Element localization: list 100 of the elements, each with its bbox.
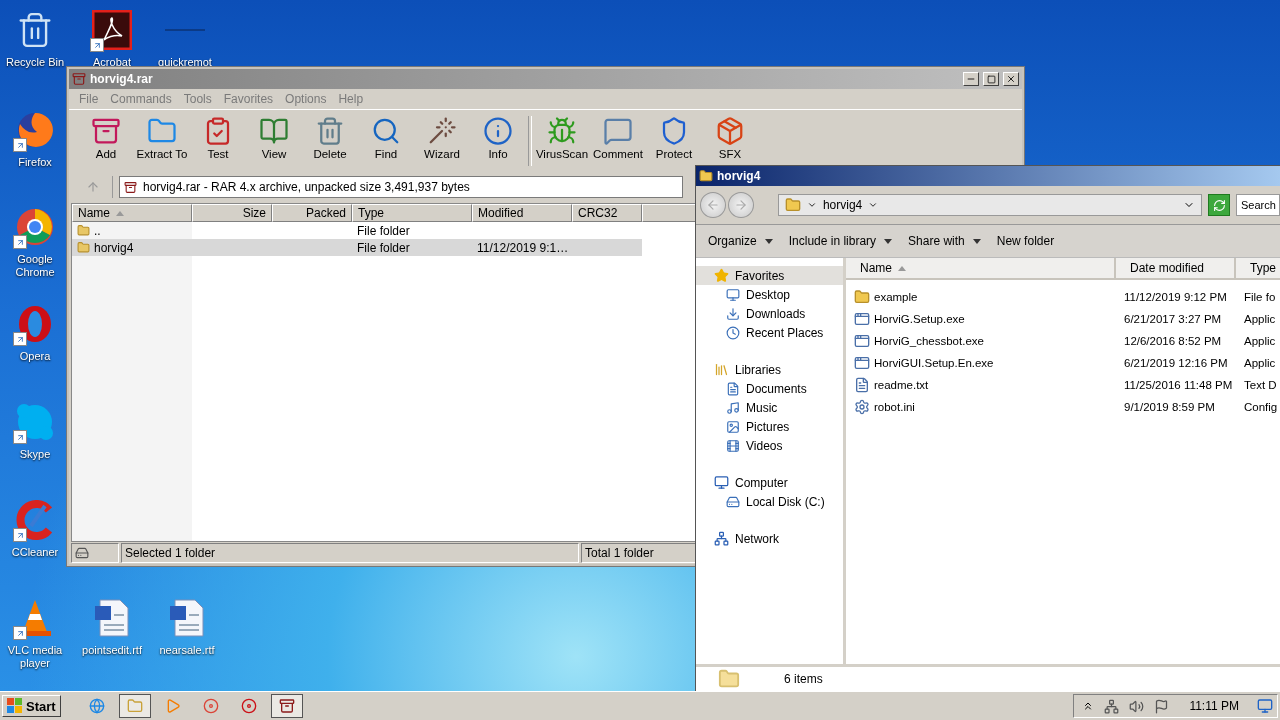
desktop-icon-label[interactable]: Opera (19, 350, 51, 363)
start-button[interactable]: Start (2, 695, 61, 717)
desktop-icon-label[interactable]: Recycle Bin (5, 56, 65, 69)
table-cell-text: 11/12/2019 9:12 PM (1123, 291, 1228, 303)
file-name[interactable]: HorviGUI.Setup.En.exe (846, 355, 1116, 371)
info-icon (483, 116, 513, 146)
nav-item[interactable]: Desktop (696, 285, 843, 304)
nav-item[interactable]: Music (696, 398, 843, 417)
nav-item[interactable]: Local Disk (C:) (696, 492, 843, 511)
command-button[interactable]: Include in library (782, 231, 899, 251)
globe-icon (88, 698, 105, 714)
close-button[interactable] (1003, 72, 1019, 86)
desktop-icon-label[interactable]: Google Chrome (2, 253, 68, 279)
music-icon (726, 400, 740, 415)
archive-icon (72, 72, 86, 86)
nav-item[interactable]: Computer (696, 473, 843, 492)
desktop-icon-label[interactable]: quickremot (158, 56, 212, 69)
column-header[interactable]: Modified (472, 204, 572, 222)
table-cell-text: 6/21/2019 12:16 PM (1123, 357, 1229, 369)
table-cell-text: Applic (1243, 335, 1277, 347)
caret-icon[interactable] (806, 200, 817, 210)
toolbar-button[interactable]: Comment (590, 116, 646, 161)
folder-icon (699, 169, 713, 183)
image-icon (726, 419, 740, 434)
file-name[interactable]: example (846, 289, 1116, 305)
desktop-icon-label[interactable]: VLC media player (2, 644, 68, 670)
taskbar-button[interactable] (270, 694, 303, 718)
window-title: horvig4.rar (90, 72, 154, 86)
blank-icon (165, 28, 205, 32)
file-name[interactable]: HorviG_chessbot.exe (846, 333, 1116, 349)
show-desktop-icon[interactable] (1257, 698, 1273, 714)
sort-arrow-icon (116, 210, 124, 216)
file-row[interactable]: horvig4 File folder 11/12/2019 9:1… (72, 239, 642, 256)
sort-arrow-icon (898, 265, 906, 271)
installer-icon (854, 311, 870, 327)
toolbar-button[interactable]: View (246, 116, 302, 161)
column-header[interactable]: Date modified (1116, 258, 1236, 280)
desktop-icon-label[interactable]: Skype (19, 448, 51, 461)
nav-item[interactable]: Pictures (696, 417, 843, 436)
flag-icon[interactable] (1154, 698, 1170, 714)
download-icon (726, 306, 740, 321)
toolbar-button[interactable]: Wizard (414, 116, 470, 161)
address-field[interactable]: horvig4.rar - RAR 4.x archive, unpacked size 3,491,937 bytes (119, 176, 683, 198)
minimize-button[interactable] (963, 72, 979, 86)
round-logo-icon (15, 207, 55, 247)
table-cell-text: 11/25/2016 11:48 PM (1123, 379, 1234, 391)
ring-icon (240, 698, 257, 714)
file-name[interactable]: HorviG.Setup.exe (846, 311, 1116, 327)
nav-item[interactable]: Documents (696, 379, 843, 398)
network-icon[interactable] (1104, 698, 1120, 714)
window-icon (854, 333, 870, 349)
command-button[interactable]: Organize (702, 231, 779, 251)
nav-item[interactable]: Recent Places (696, 323, 843, 342)
desktop-icon-label[interactable]: Firefox (18, 156, 52, 169)
folder-icon (126, 698, 143, 714)
column-header[interactable]: Size (192, 204, 272, 222)
toolbar-button[interactable]: VirusScan (534, 116, 590, 161)
file-row[interactable]: .. File folder (72, 222, 642, 239)
command-button[interactable]: New folder (990, 231, 1061, 251)
folder-icon (77, 224, 90, 237)
text-file-icon (854, 377, 870, 393)
file-name[interactable]: readme.txt (846, 377, 1116, 393)
status-text: 6 items (784, 672, 823, 686)
desktop-icon-label[interactable]: CCleaner (11, 546, 59, 559)
caret-icon[interactable] (868, 200, 879, 210)
taskbar-button[interactable] (118, 694, 151, 718)
folder-icon (854, 289, 870, 305)
column-header[interactable]: Type (352, 204, 472, 222)
toolbar-button[interactable]: Add (78, 116, 134, 161)
speaker-icon[interactable] (1129, 698, 1145, 714)
table-cell-text: Text D (1243, 379, 1278, 391)
desktop-icon-label[interactable]: Acrobat (93, 56, 131, 69)
nav-item[interactable]: Downloads (696, 304, 843, 323)
toolbar-button[interactable]: Protect (646, 116, 702, 161)
column-header[interactable]: Packed (272, 204, 352, 222)
toolbar-button[interactable]: Extract To (134, 116, 190, 161)
nav-item[interactable]: Videos (696, 436, 843, 455)
breadcrumb-item[interactable]: horvig4 (822, 198, 863, 212)
refresh-button[interactable] (1208, 194, 1230, 216)
maximize-button[interactable] (983, 72, 999, 86)
maximize-icon (986, 74, 996, 84)
nav-item[interactable]: Favorites (696, 266, 843, 285)
address-bar[interactable]: horvig4 (777, 194, 1203, 216)
clock-text[interactable]: 11:11 PM (1189, 699, 1239, 713)
file-name[interactable]: robot.ini (846, 399, 1116, 415)
column-header[interactable]: Name (846, 258, 1116, 280)
toolbar-button[interactable]: Info (470, 116, 526, 161)
command-button[interactable]: Share with (902, 231, 987, 251)
column-header[interactable]: Type (1236, 258, 1280, 280)
table-cell-text: File folder (356, 223, 411, 238)
toolbar-button[interactable]: Delete (302, 116, 358, 161)
toolbar-button[interactable]: SFX (702, 116, 758, 161)
column-header[interactable]: Name (72, 204, 192, 222)
column-header[interactable]: CRC32 (572, 204, 642, 222)
toolbar-button[interactable]: Test (190, 116, 246, 161)
star-icon (714, 268, 729, 283)
window-title: horvig4 (717, 169, 762, 183)
search-field[interactable]: Search (1236, 194, 1280, 216)
toolbar-button[interactable]: Find (358, 116, 414, 161)
nav-item[interactable]: Libraries (696, 360, 843, 379)
